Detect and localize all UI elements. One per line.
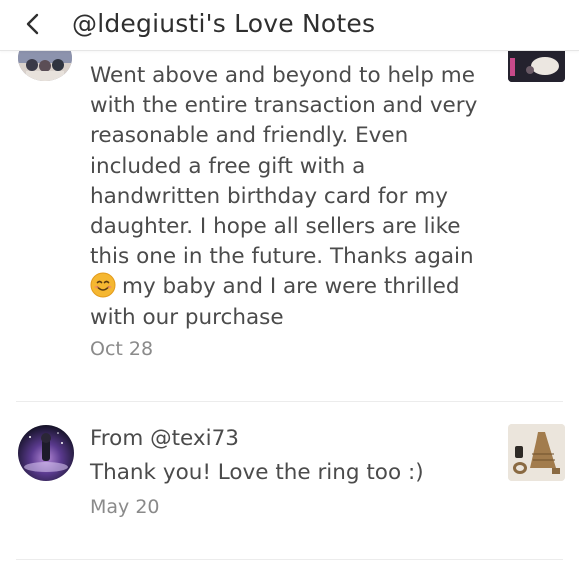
- listing-thumbnail[interactable]: [508, 424, 565, 481]
- note-sender[interactable]: From @texi73: [90, 426, 239, 451]
- note-line: reasonable and friendly. Even: [90, 123, 409, 149]
- note-date: May 20: [90, 496, 160, 518]
- note-line: with our purchase: [90, 304, 284, 330]
- page-title: @ldegiusti's Love Notes: [72, 9, 376, 38]
- note-date: Oct 28: [90, 338, 154, 360]
- note-line: handwritten birthday card for my: [90, 183, 448, 209]
- note-line: this one in the future. Thanks again: [90, 244, 474, 270]
- back-button[interactable]: [22, 12, 44, 36]
- top-bar: @ldegiusti's Love Notes: [0, 0, 579, 51]
- note-line: daughter. I hope all sellers are like: [90, 214, 461, 240]
- reviewer-avatar[interactable]: [18, 425, 74, 481]
- love-notes-screen: @ldegiusti's Love Notes Went above and b…: [0, 0, 579, 580]
- note-message: Went above and beyond to help me with th…: [90, 61, 490, 333]
- divider: [16, 401, 563, 402]
- divider: [16, 559, 563, 560]
- note-message: Thank you! Love the ring too :): [90, 460, 424, 485]
- note-line: included a free gift with a: [90, 153, 366, 179]
- chevron-left-icon: [26, 13, 39, 35]
- note-line: my baby and I are were thrilled: [122, 274, 460, 300]
- smiling-face-emoji-icon: [90, 272, 116, 298]
- note-line: with the entire transaction and very: [90, 93, 478, 119]
- note-line: Went above and beyond to help me: [90, 63, 475, 88]
- note-line-with-emoji: my baby and I are were thrilled: [90, 272, 490, 302]
